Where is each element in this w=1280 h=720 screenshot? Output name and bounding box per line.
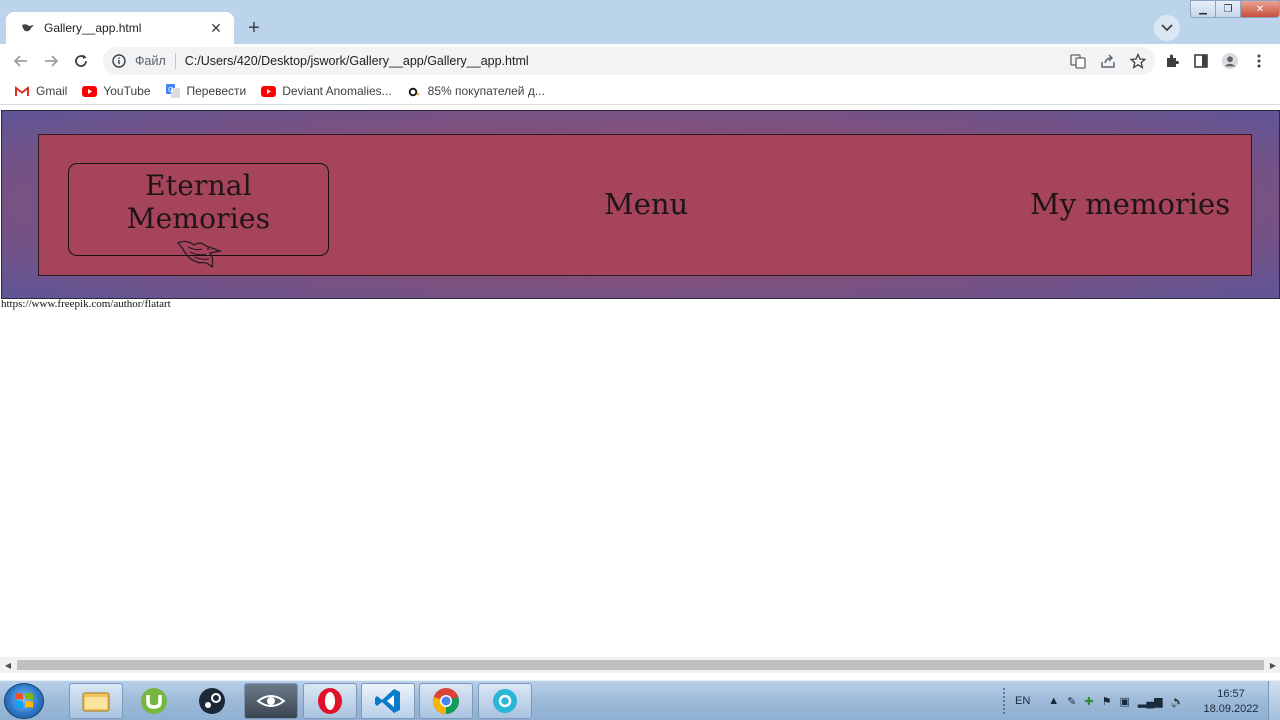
window-minimize-button[interactable]: ▁ [1190,0,1216,18]
taskbar-opera[interactable] [303,683,357,719]
url-text[interactable]: C:/Users/420/Desktop/jswork/Gallery__app… [185,54,529,68]
taskbar-vscode[interactable] [361,683,415,719]
tab-gallery[interactable]: Gallery__app.html ✕ [6,12,234,44]
bookmark-label: Перевести [186,84,247,98]
youtube-icon [260,84,276,98]
volume-icon[interactable]: 🔈 [1171,695,1185,708]
reload-icon [75,54,87,67]
bookmark-translate[interactable]: G Перевести [165,84,247,98]
clock-time: 16:57 [1217,688,1245,700]
forward-button[interactable] [39,49,63,73]
extensions-puzzle-icon[interactable] [1163,52,1181,70]
nav-my-memories-link[interactable]: My memories [1030,187,1230,221]
new-tab-button[interactable]: + [241,15,267,41]
action-center-flag-icon[interactable]: ⚑ [1102,695,1112,708]
tab-close-icon[interactable]: ✕ [208,20,224,36]
horizontal-scrollbar[interactable]: ◀ ▶ [0,657,1280,673]
nav-menu-link[interactable]: Menu [604,187,688,221]
scroll-left-arrow-icon[interactable]: ◀ [3,660,13,670]
side-panel-icon[interactable] [1192,52,1210,70]
site-header: Eternal Memories Menu My memories [1,110,1280,299]
address-bar[interactable]: Файл C:/Users/420/Desktop/jswork/Gallery… [103,47,1155,75]
steam-icon [199,688,225,714]
kebab-menu-icon[interactable] [1250,52,1268,70]
ozon-icon [406,84,422,98]
arrow-right-icon [45,55,59,67]
bookmark-label: Gmail [36,84,68,98]
tab-search-button[interactable] [1154,15,1180,41]
system-tray: EN ▲ ✎ ✚ ⚑ ▣ ▂▄▆ 🔈 [1003,681,1184,720]
browser-toolbar: Файл C:/Users/420/Desktop/jswork/Gallery… [0,44,1280,78]
taskbar-chrome-app[interactable] [478,683,532,719]
taskbar-chrome[interactable] [419,683,473,719]
clock-date: 18.09.2022 [1203,703,1259,715]
svg-text:G: G [168,86,173,94]
tray-shield-icon[interactable]: ✚ [1084,695,1093,708]
back-button[interactable] [9,49,33,73]
scheme-label: Файл [135,54,166,68]
logo-title: Eternal Memories [126,169,271,235]
bookmark-deviant-anomalies[interactable]: Deviant Anomalies... [260,84,392,98]
window-close-button[interactable]: ✕ [1240,0,1280,18]
tray-expand-icon[interactable]: ▲ [1048,695,1059,707]
arrow-left-icon [13,55,27,67]
page-viewport: Eternal Memories Menu My memories https:… [0,104,1280,657]
tray-app-icon[interactable]: ✎ [1067,695,1076,708]
show-desktop-button[interactable] [1268,681,1280,720]
gmail-icon [14,84,30,98]
omnibox-divider [174,53,176,69]
share-icon[interactable] [1099,52,1117,70]
omnibox-actions [1069,52,1147,70]
scrollbar-thumb[interactable] [17,660,1264,670]
bookmark-label: YouTube [103,84,151,98]
taskbar-explorer[interactable] [69,683,123,719]
windows-taskbar: EN ▲ ✎ ✚ ⚑ ▣ ▂▄▆ 🔈 16:57 18.09.2022 [0,680,1280,720]
tray-device-icon[interactable]: ▣ [1119,695,1129,708]
bird-favicon-icon [20,20,36,36]
taskbar-steam[interactable] [185,683,239,719]
translate-page-icon[interactable] [1069,52,1087,70]
bookmark-ozon[interactable]: 85% покупателей д... [406,84,545,98]
bird-logo-icon [69,237,328,271]
youtube-icon [81,84,97,98]
network-signal-icon[interactable]: ▂▄▆ [1138,695,1163,708]
bookmark-label: 85% покупателей д... [427,84,545,98]
chevron-down-icon [1161,24,1173,32]
windows-logo-icon [15,693,33,708]
taskbar-eye-app[interactable] [244,683,298,719]
site-logo[interactable]: Eternal Memories [68,163,329,269]
browser-tabstrip: Gallery__app.html ✕ + ▁ ❐ ✕ [0,0,1280,44]
folder-icon [82,692,110,712]
app-icon [493,689,517,713]
start-button[interactable] [4,683,44,719]
image-credit-text: https://www.freepik.com/author/flatart [1,298,171,310]
system-clock[interactable]: 16:57 18.09.2022 [1198,687,1264,717]
bookmark-star-icon[interactable] [1129,52,1147,70]
window-maximize-button[interactable]: ❐ [1215,0,1241,18]
opera-icon [318,688,342,714]
reload-button[interactable] [69,49,93,73]
bookmark-youtube[interactable]: YouTube [81,84,151,98]
bookmark-gmail[interactable]: Gmail [14,84,67,98]
taskbar-utorrent[interactable] [127,683,181,719]
scroll-right-arrow-icon[interactable]: ▶ [1268,660,1278,670]
header-inner-panel: Eternal Memories Menu My memories [38,134,1252,276]
toolbar-right [1163,52,1268,70]
tab-title: Gallery__app.html [44,21,142,35]
utorrent-icon [141,688,167,714]
info-icon[interactable] [111,53,127,69]
eye-icon [256,695,286,707]
bookmarks-bar: Gmail YouTube G Перевести Deviant Anomal… [0,78,1280,104]
vscode-icon [375,689,400,713]
profile-avatar-icon[interactable] [1221,52,1239,70]
translate-icon: G [165,84,181,98]
chrome-icon [433,688,459,714]
bookmark-label: Deviant Anomalies... [282,84,392,98]
language-indicator[interactable]: EN [1015,695,1030,707]
tray-grip [1003,688,1007,714]
